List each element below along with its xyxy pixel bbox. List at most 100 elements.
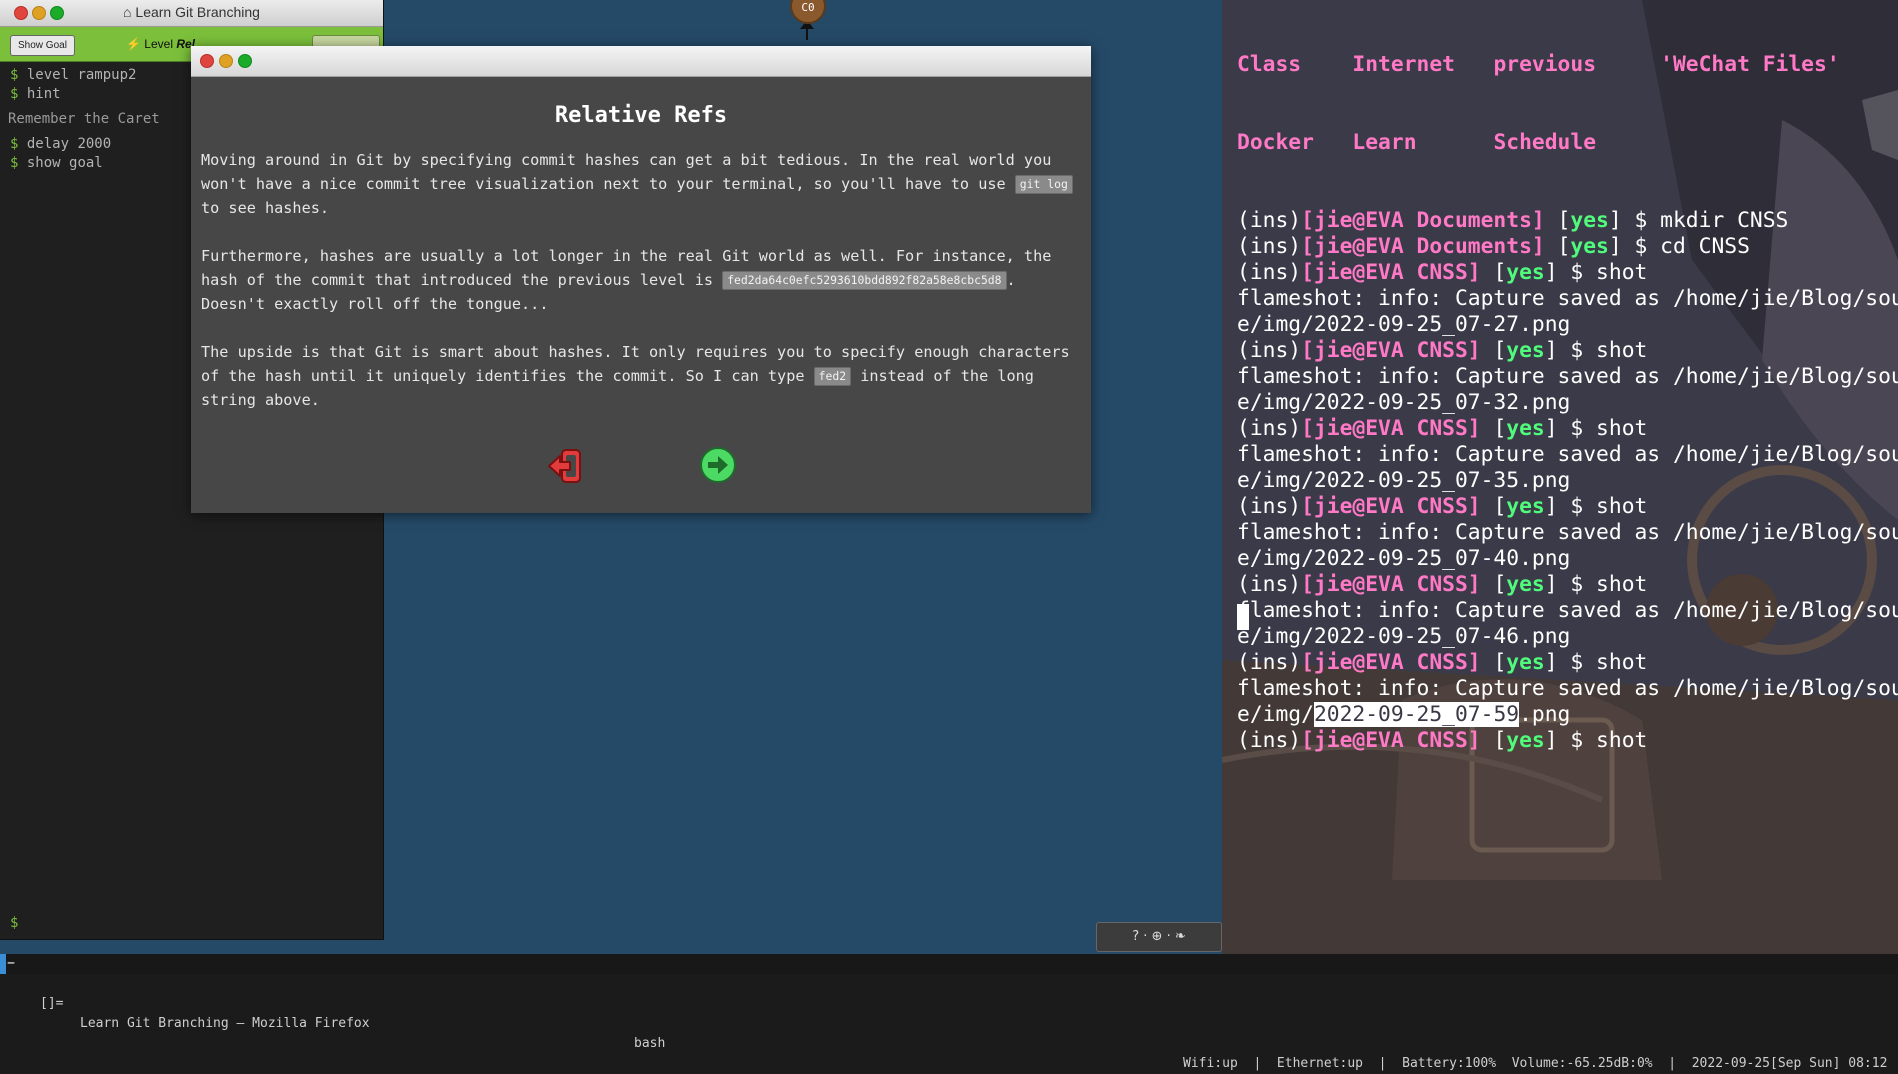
system-status: Wifi:up | Ethernet:up | Battery:100% Vol…	[1183, 1056, 1888, 1071]
prompt-line: (ins)[jie@EVA CNSS] [yes] $ shot	[1237, 260, 1648, 285]
selected-text: 2022-09-25_07-59	[1313, 702, 1520, 727]
ls-row: Docker Learn Schedule	[1237, 130, 1597, 155]
output-text: flameshot: info: Capture saved as /home/…	[1237, 286, 1898, 311]
close-icon[interactable]	[200, 54, 214, 68]
output-line: e/img/2022-09-25_07-35.png	[1237, 468, 1898, 494]
prompt-flag: yes	[1506, 728, 1545, 753]
prompt-userhost: [jie@EVA Documents]	[1301, 234, 1545, 259]
prompt-flag: yes	[1506, 260, 1545, 285]
window-label-bash: bash	[634, 1036, 666, 1051]
terminal-output: Class Internet previous 'WeChat Files' D…	[1237, 0, 1898, 806]
show-goal-button[interactable]: Show Goal	[10, 35, 75, 56]
level-indicator[interactable]: ⚡ Level Rel	[126, 37, 195, 51]
prompt-env: (ins)	[1237, 234, 1302, 259]
output-line: flameshot: info: Capture saved as /home/…	[1237, 520, 1898, 546]
browser-viewport: ⌂ Learn Git Branching Show Goal ⚡ Level …	[0, 0, 1222, 954]
prompt-command: $ shot	[1570, 494, 1648, 519]
prompt-flag: yes	[1570, 208, 1609, 233]
workspace-tag[interactable]: −	[0, 954, 22, 974]
output-line: e/img/2022-09-25_07-59.png	[1237, 702, 1898, 728]
prompt-command: $ shot	[1570, 260, 1648, 285]
prompt-line: (ins)[jie@EVA Documents] [yes] $ mkdir C…	[1237, 208, 1789, 233]
output-line: e/img/2022-09-25_07-32.png	[1237, 390, 1898, 416]
output-text: e/img/2022-09-25_07-40.png	[1237, 546, 1571, 571]
prompt-flag: yes	[1506, 572, 1545, 597]
output-line: e/img/2022-09-25_07-46.png	[1237, 624, 1898, 650]
output-text: e/img/2022-09-25_07-32.png	[1237, 390, 1571, 415]
output-text: e/img/2022-09-25_07-35.png	[1237, 468, 1571, 493]
prompt-flag: yes	[1506, 494, 1545, 519]
output-line: flameshot: info: Capture saved as /home/…	[1237, 598, 1898, 624]
prompt-line: (ins)[jie@EVA CNSS] [yes] $ shot	[1237, 572, 1648, 597]
modal-heading: Relative Refs	[554, 103, 728, 128]
output-line: flameshot: info: Capture saved as /home/…	[1237, 676, 1898, 702]
modal-titlebar	[191, 46, 1091, 77]
terminal-title: ⌂ Learn Git Branching	[123, 4, 260, 20]
prompt-line: (ins)[jie@EVA CNSS] [yes] $ shot	[1237, 338, 1648, 363]
prompt-userhost: [jie@EVA Documents]	[1301, 208, 1545, 233]
layout-indicator[interactable]: []=	[40, 994, 63, 1014]
level-intro-modal: Relative Refs Moving around in Git by sp…	[191, 46, 1091, 513]
output-line: e/img/2022-09-25_07-40.png	[1237, 546, 1898, 572]
bash-terminal[interactable]: Class Internet previous 'WeChat Files' D…	[1222, 0, 1898, 954]
code-snippet: git log	[1014, 175, 1073, 194]
prompt-userhost: [jie@EVA CNSS]	[1301, 650, 1481, 675]
lightning-icon: ⚡	[126, 37, 141, 51]
prompt-command: $ shot	[1570, 338, 1648, 363]
prompt-env: (ins)	[1237, 728, 1302, 753]
minimize-icon[interactable]	[219, 54, 233, 68]
prompt-userhost: [jie@EVA CNSS]	[1301, 728, 1481, 753]
prompt-env: (ins)	[1237, 572, 1302, 597]
prompt-userhost: [jie@EVA CNSS]	[1301, 416, 1481, 441]
prompt-env: (ins)	[1237, 260, 1302, 285]
output-text: e/img/2022-09-25_07-46.png	[1237, 624, 1571, 649]
help-toolbar[interactable]: ? · ⊕ · ❧	[1096, 922, 1222, 952]
terminal-input-prompt[interactable]: $	[10, 915, 18, 931]
output-text: .png	[1519, 702, 1571, 727]
terminal-cursor	[1237, 604, 1249, 630]
prompt-command: $ shot	[1570, 572, 1648, 597]
prompt-flag: yes	[1506, 416, 1545, 441]
prompt-flag: yes	[1570, 234, 1609, 259]
output-text: flameshot: info: Capture saved as /home/…	[1237, 598, 1898, 623]
prompt-line: (ins)[jie@EVA CNSS] [yes] $ shot	[1237, 494, 1648, 519]
prompt-env: (ins)	[1237, 338, 1302, 363]
exit-icon[interactable]	[545, 446, 585, 486]
home-icon: ⌂	[123, 4, 132, 20]
maximize-icon[interactable]	[238, 54, 252, 68]
output-text: flameshot: info: Capture saved as /home/…	[1237, 364, 1898, 389]
prompt-env: (ins)	[1237, 208, 1302, 233]
code-snippet: fed2	[813, 367, 852, 386]
modal-paragraph: Moving around in Git by specifying commi…	[201, 148, 1081, 220]
prompt-env: (ins)	[1237, 650, 1302, 675]
prompt-command: $ shot	[1570, 650, 1648, 675]
prompt-line: (ins)[jie@EVA CNSS] [yes] $ shot	[1237, 650, 1648, 675]
output-text: e/img/	[1237, 702, 1314, 727]
workspace-indicator	[0, 954, 6, 974]
status-bar: − []= Learn Git Branching — Mozilla Fire…	[0, 954, 1898, 1071]
code-snippet: fed2da64c0efc5293610bdd892f82a58e8cbc5d8	[722, 271, 1007, 290]
prompt-userhost: [jie@EVA CNSS]	[1301, 572, 1481, 597]
prompt-userhost: [jie@EVA CNSS]	[1301, 494, 1481, 519]
output-line: flameshot: info: Capture saved as /home/…	[1237, 364, 1898, 390]
prompt-command: $ mkdir CNSS	[1634, 208, 1789, 233]
output-text: flameshot: info: Capture saved as /home/…	[1237, 442, 1898, 467]
ls-row: Class Internet previous 'WeChat Files'	[1237, 52, 1840, 77]
output-line: e/img/2022-09-25_07-27.png	[1237, 312, 1898, 338]
output-line: flameshot: info: Capture saved as /home/…	[1237, 286, 1898, 312]
output-text: e/img/2022-09-25_07-27.png	[1237, 312, 1571, 337]
prompt-command: $ shot	[1570, 728, 1648, 753]
output-text: flameshot: info: Capture saved as /home/…	[1237, 676, 1898, 701]
commit-node[interactable]: C0	[790, 0, 826, 24]
output-text: flameshot: info: Capture saved as /home/…	[1237, 520, 1898, 545]
prompt-line: (ins)[jie@EVA Documents] [yes] $ cd CNSS	[1237, 234, 1750, 259]
output-line: flameshot: info: Capture saved as /home/…	[1237, 442, 1898, 468]
prompt-flag: yes	[1506, 338, 1545, 363]
prompt-line: (ins)[jie@EVA CNSS] [yes] $ shot	[1237, 728, 1648, 753]
prompt-line: (ins)[jie@EVA CNSS] [yes] $ shot	[1237, 416, 1648, 441]
arrow-right-icon[interactable]	[699, 446, 737, 484]
terminal-titlebar: ⌂ Learn Git Branching	[0, 0, 383, 27]
prompt-flag: yes	[1506, 650, 1545, 675]
prompt-userhost: [jie@EVA CNSS]	[1301, 260, 1481, 285]
focused-window-title: Learn Git Branching — Mozilla Firefox	[80, 1016, 370, 1031]
